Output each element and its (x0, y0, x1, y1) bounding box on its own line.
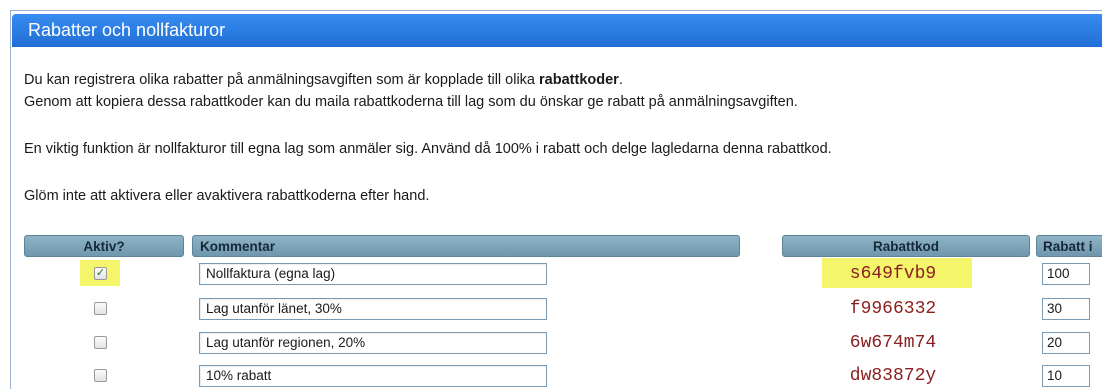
table-row: Lag utanför regionen, 20% 6w674m74 20 (0, 331, 1102, 357)
column-header-comment: Kommentar (192, 235, 740, 257)
description-line-1-bold: rabattkoder (539, 72, 619, 88)
column-header-code: Rabattkod (782, 235, 1030, 257)
table-row: ✓ Nollfaktura (egna lag) s649fvb9 100 (0, 258, 1102, 288)
column-header-discount: Rabatt i (1036, 235, 1102, 257)
description-line-1-end: . (618, 72, 623, 88)
comment-input[interactable]: Lag utanför regionen, 20% (199, 332, 547, 354)
panel-title: Rabatter och nollfakturor (12, 14, 1102, 47)
active-checkbox[interactable] (94, 302, 107, 315)
table-row: 10% rabatt dw83872y 10 (0, 364, 1102, 390)
discount-code: dw83872y (849, 366, 937, 386)
discount-code: f9966332 (849, 299, 937, 319)
discount-code: s649fvb9 (849, 264, 937, 284)
discount-percent-input[interactable]: 10 (1042, 365, 1090, 387)
discount-percent-input[interactable]: 20 (1042, 332, 1090, 354)
description-line-3: En viktig funktion är nollfakturor till … (24, 141, 832, 157)
active-checkbox[interactable] (94, 336, 107, 349)
active-checkbox[interactable] (94, 369, 107, 382)
comment-input[interactable]: Lag utanför länet, 30% (199, 298, 547, 320)
column-header-active: Aktiv? (24, 235, 184, 257)
discount-percent-input[interactable]: 30 (1042, 298, 1090, 320)
discount-percent-input[interactable]: 100 (1042, 263, 1090, 285)
comment-input[interactable]: Nollfaktura (egna lag) (199, 263, 547, 285)
active-checkbox[interactable]: ✓ (94, 267, 107, 280)
description-line-4: Glöm inte att aktivera eller avaktivera … (24, 188, 430, 204)
discount-code: 6w674m74 (849, 333, 937, 353)
description-line-1-text: Du kan registrera olika rabatter på anmä… (24, 72, 540, 88)
description-line-1: Du kan registrera olika rabatter på anmä… (24, 72, 623, 88)
comment-input[interactable]: 10% rabatt (199, 365, 547, 387)
table-row: Lag utanför länet, 30% f9966332 30 (0, 297, 1102, 323)
description-line-2: Genom att kopiera dessa rabattkoder kan … (24, 94, 798, 110)
